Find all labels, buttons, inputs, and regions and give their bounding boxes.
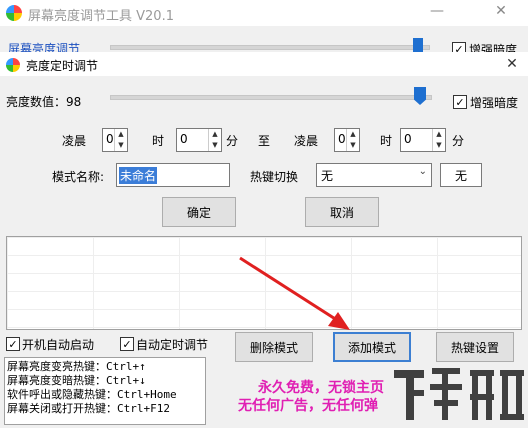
main-minimize-icon[interactable]: — — [420, 3, 454, 19]
hotkey-line-screen-off: 屏幕关闭或打开热键：Ctrl+F12 — [7, 402, 170, 415]
mode-name-label: 模式名称: — [52, 170, 105, 184]
mode-name-input[interactable]: 未命名 — [116, 163, 230, 187]
start-minute-unit: 分 — [226, 134, 239, 148]
hotkey-line-brighter: 屏幕亮度变亮热键：Ctrl+↑ — [7, 360, 146, 373]
hotkey-line-toggle-app: 软件呼出或隐藏热键：Ctrl+Home — [7, 388, 177, 401]
hotkey-switch-select[interactable]: 无 ⌄ — [316, 163, 432, 187]
main-window-title: 屏幕亮度调节工具 V20.1 — [28, 9, 174, 24]
delete-mode-button[interactable]: 删除模式 — [235, 332, 313, 362]
hotkey-switch-label: 热键切换 — [250, 170, 299, 184]
dialog-brightness-label: 亮度数值：98 — [6, 95, 82, 109]
start-hour-unit: 时 — [152, 134, 165, 148]
dialog-logo-icon — [6, 58, 20, 72]
main-brightness-slider[interactable] — [110, 45, 430, 50]
mode-name-value: 未命名 — [119, 167, 158, 184]
auto-timer-checkbox[interactable]: ✓ — [120, 337, 134, 351]
hotkey-switch-value: 无 — [321, 169, 334, 183]
promo-line-1: 永久免费，无锁主页 — [258, 380, 384, 396]
promo-line-2: 无任何广告，无任何弹 — [238, 398, 378, 414]
hotkey-line-darker: 屏幕亮度变暗热键：Ctrl+↓ — [7, 374, 146, 387]
chevron-down-icon: ⌄ — [418, 166, 427, 177]
dialog-enhance-label: 增强暗度 — [470, 96, 519, 110]
cancel-button[interactable]: 取消 — [305, 197, 379, 227]
auto-start-label: 开机自动启动 — [22, 338, 95, 352]
dialog-brightness-slider[interactable] — [110, 95, 432, 100]
dialog-enhance-checkbox[interactable]: ✓ — [453, 95, 467, 109]
auto-timer-label: 自动定时调节 — [136, 338, 209, 352]
end-hour-unit: 时 — [380, 134, 393, 148]
end-hour-spinner[interactable]: 0 ▲ ▼ — [334, 128, 360, 152]
dialog-close-icon[interactable]: ✕ — [500, 56, 524, 72]
hotkey-capture-box[interactable]: 无 — [440, 163, 482, 187]
end-minute-unit: 分 — [452, 134, 465, 148]
end-minute-spinner[interactable]: 0 ▲ ▼ — [400, 128, 446, 152]
app-logo-icon — [6, 5, 22, 21]
auto-start-checkbox[interactable]: ✓ — [6, 337, 20, 351]
main-close-icon[interactable]: ✕ — [484, 3, 518, 19]
add-mode-button[interactable]: 添加模式 — [333, 332, 411, 362]
end-period-label: 凌晨 — [294, 134, 319, 148]
watermark-logo-icon — [394, 368, 524, 420]
red-arrow-annotation — [239, 256, 350, 330]
hotkey-info-box: 屏幕亮度变亮热键：Ctrl+↑ 屏幕亮度变暗热键：Ctrl+↓ 软件呼出或隐藏热… — [4, 357, 206, 425]
start-hour-spinner[interactable]: 0 ▲ ▼ — [102, 128, 128, 152]
start-minute-spinner[interactable]: 0 ▲ ▼ — [176, 128, 222, 152]
start-period-label: 凌晨 — [62, 134, 87, 148]
ok-button[interactable]: 确定 — [162, 197, 236, 227]
hotkey-settings-button[interactable]: 热键设置 — [436, 332, 514, 362]
dialog-title: 亮度定时调节 — [26, 59, 99, 73]
to-label: 至 — [258, 134, 271, 148]
